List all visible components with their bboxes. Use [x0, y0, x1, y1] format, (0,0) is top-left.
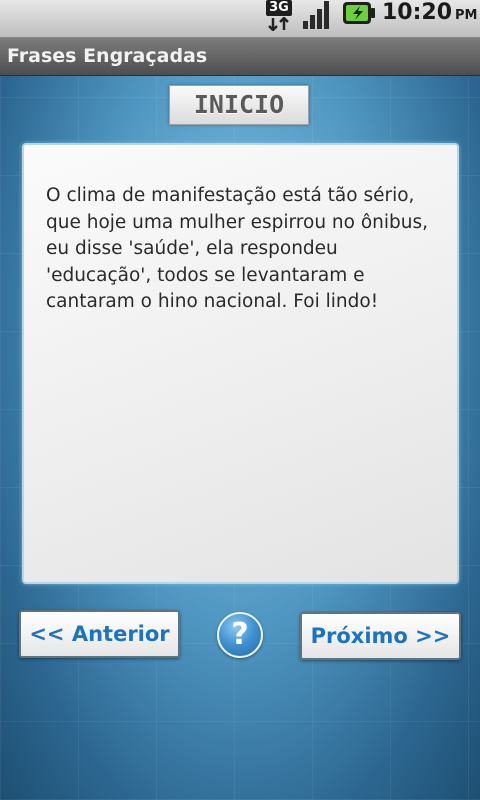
battery-charging-icon — [342, 0, 376, 30]
network-3g-icon: 3G — [266, 0, 296, 32]
title-bar: Frases Engraçadas — [0, 38, 480, 76]
clock-ampm: PM — [455, 8, 478, 23]
next-button[interactable]: Próximo >> — [300, 612, 461, 660]
app-screen: 3G 10:20 PM Frases Engraçadas INICIO O c… — [0, 0, 480, 800]
status-clock: 10:20 PM — [382, 0, 478, 25]
phrase-text: O clima de manifestação está tão sério, … — [46, 185, 429, 312]
clock-time: 10:20 — [382, 0, 453, 25]
inicio-label: INICIO — [169, 85, 309, 125]
phrase-card: O clima de manifestação está tão sério, … — [22, 143, 459, 584]
signal-strength-icon — [302, 0, 334, 34]
app-title: Frases Engraçadas — [7, 45, 208, 67]
previous-button[interactable]: << Anterior — [19, 610, 180, 658]
network-type-label: 3G — [266, 0, 292, 16]
status-bar: 3G 10:20 PM — [0, 0, 480, 38]
help-button[interactable]: ? — [217, 612, 263, 658]
